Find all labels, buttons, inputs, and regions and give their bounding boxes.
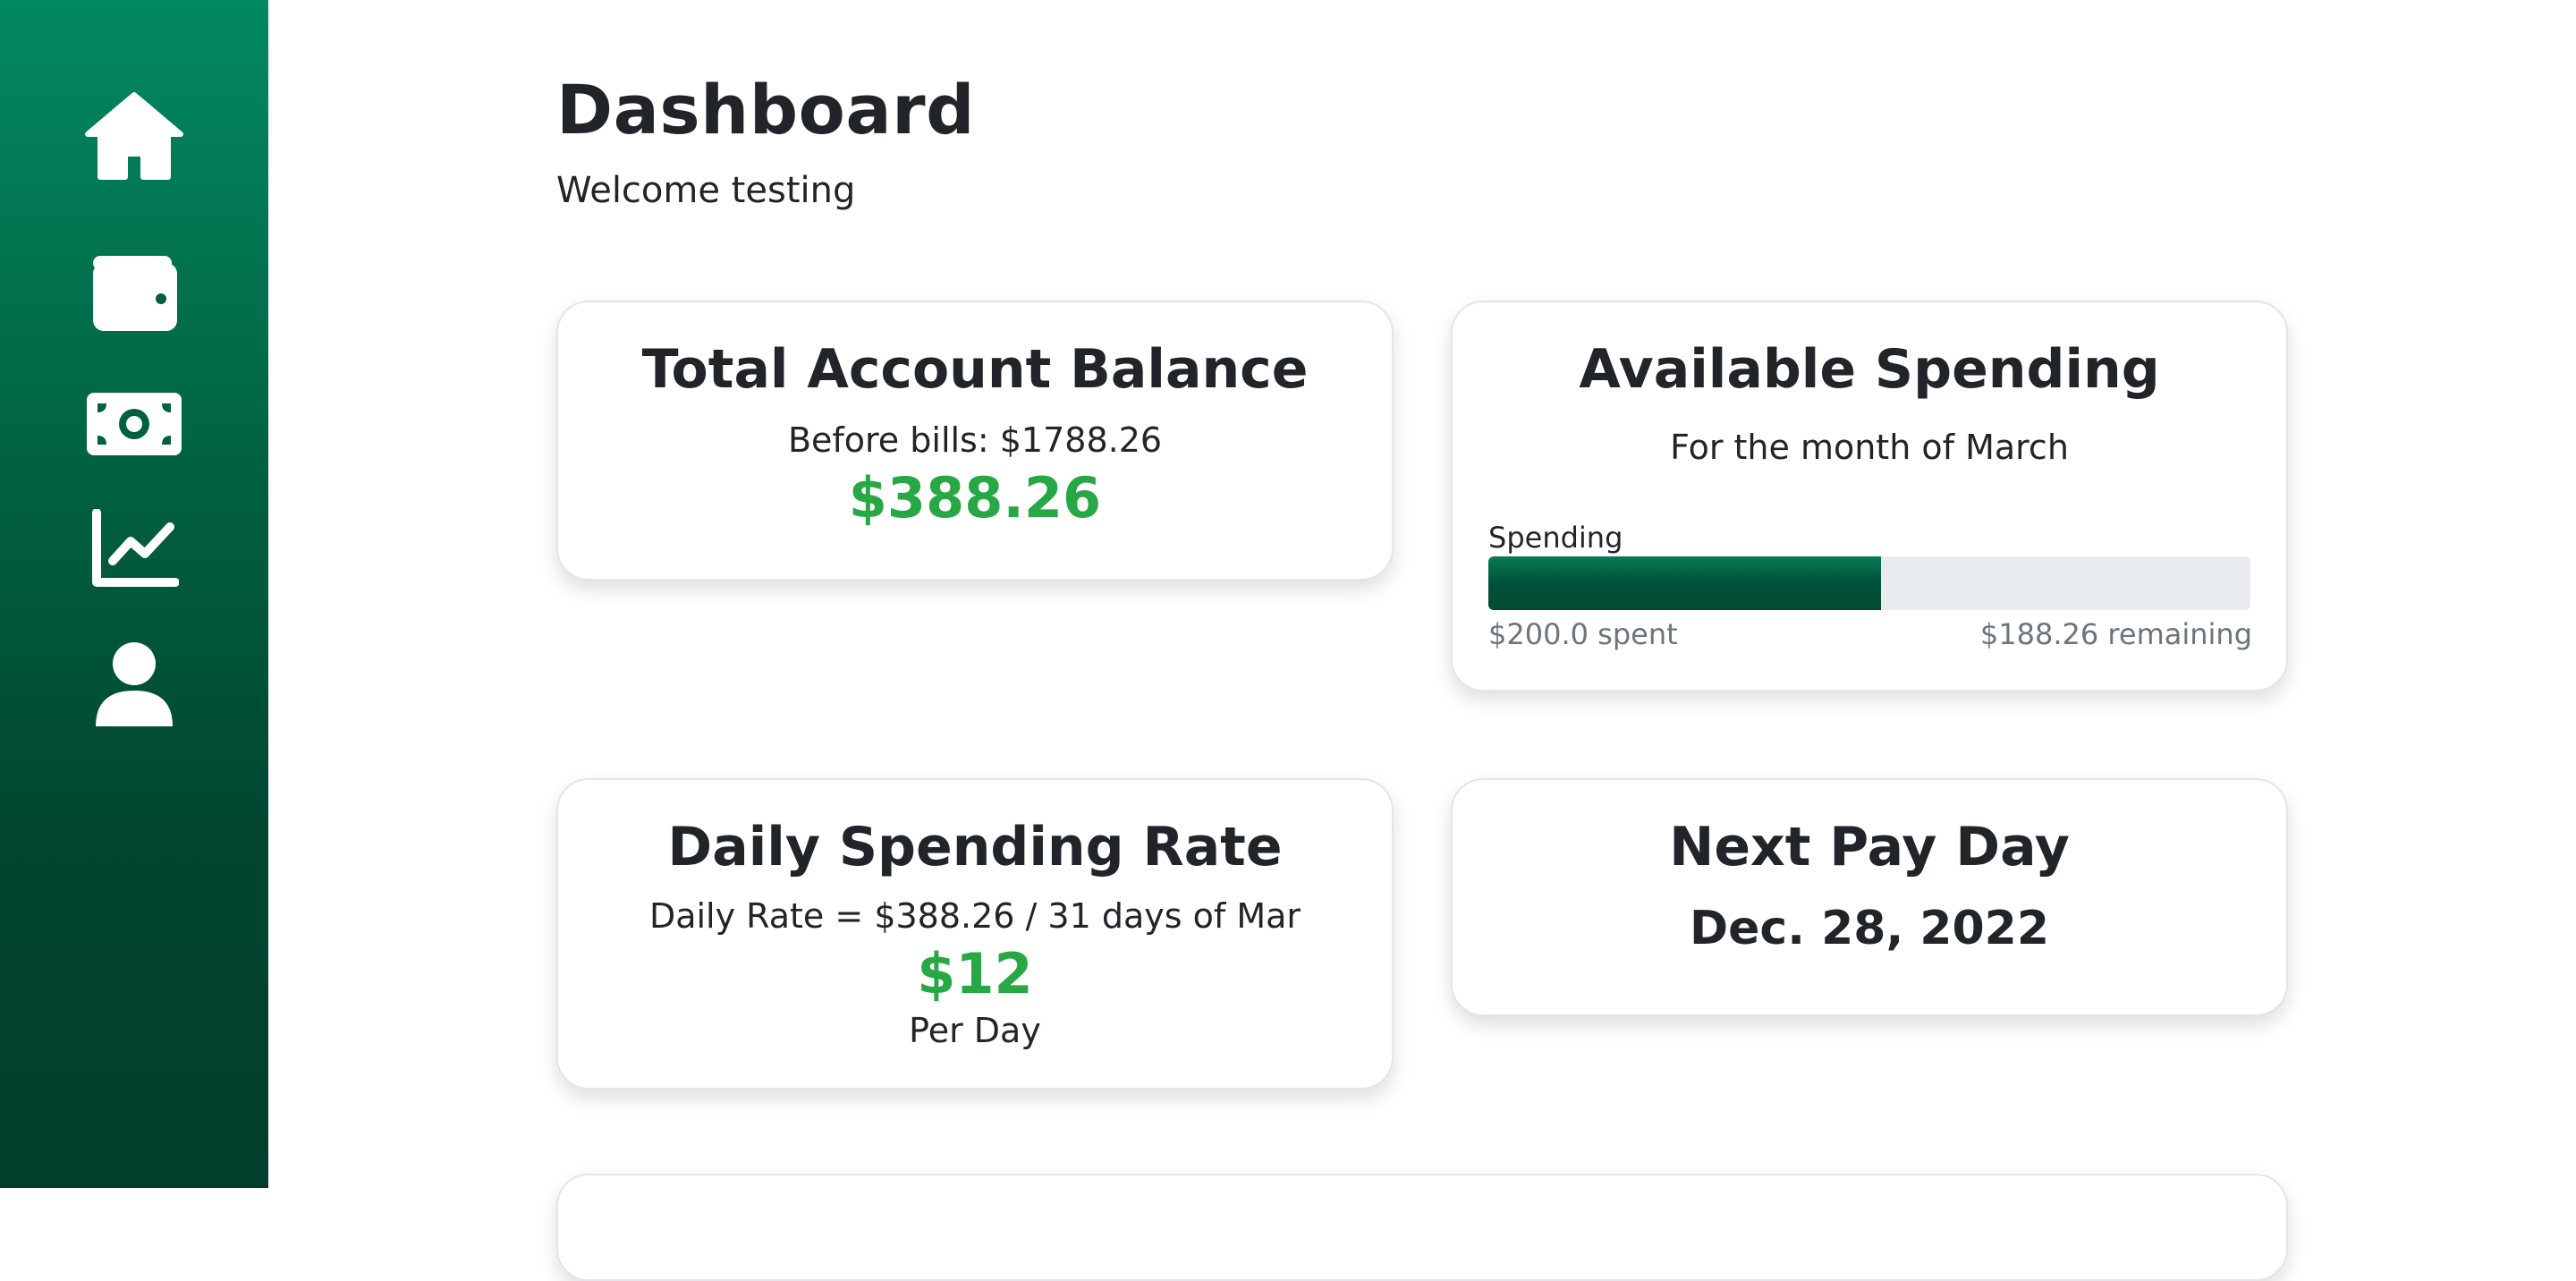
available-spending-card: Available Spending For the month of Marc…	[1451, 301, 2288, 691]
per-day-label: Per Day	[909, 1011, 1041, 1050]
spent-text: $200.0 spent	[1488, 617, 1678, 651]
before-bills-text: Before bills: $1788.26	[787, 420, 1163, 460]
money-bill-icon	[87, 393, 182, 455]
sidebar	[0, 0, 268, 1188]
next-payday-card: Next Pay Day Dec. 28, 2022	[1451, 778, 2288, 1016]
month-subtitle: For the month of March	[1670, 428, 2069, 467]
card-title: Next Pay Day	[1669, 816, 2070, 878]
sidebar-item-wallet[interactable]	[80, 240, 188, 347]
card-title: Available Spending	[1579, 338, 2160, 401]
spending-progress-fill	[1488, 556, 1881, 610]
payday-date: Dec. 28, 2022	[1689, 902, 2050, 955]
card-title: Total Account Balance	[641, 338, 1309, 401]
chart-line-icon	[92, 509, 179, 587]
balance-amount: $388.26	[848, 465, 1102, 530]
page-title: Dashboard	[556, 70, 975, 149]
progress-label: Spending	[1488, 521, 1623, 555]
welcome-message: Welcome testing	[556, 170, 856, 211]
sidebar-item-home[interactable]	[80, 82, 188, 190]
spending-progress-bar	[1488, 556, 2250, 610]
sidebar-item-profile[interactable]	[80, 630, 188, 737]
card-title: Daily Spending Rate	[667, 816, 1283, 878]
remaining-text: $188.26 remaining	[1979, 617, 2252, 651]
daily-spending-card: Daily Spending Rate Daily Rate = $388.26…	[556, 778, 1394, 1090]
sidebar-item-analytics[interactable]	[80, 496, 188, 604]
next-card-partial	[556, 1174, 2288, 1281]
main-content: Dashboard Welcome testing Total Account …	[268, 0, 2576, 1281]
total-balance-card: Total Account Balance Before bills: $178…	[556, 301, 1394, 581]
user-icon	[96, 642, 173, 726]
wallet-icon	[93, 256, 177, 331]
daily-rate-amount: $12	[917, 941, 1033, 1006]
sidebar-item-money[interactable]	[80, 370, 188, 478]
home-icon	[85, 92, 183, 180]
daily-rate-formula: Daily Rate = $388.26 / 31 days of Mar	[648, 896, 1301, 936]
